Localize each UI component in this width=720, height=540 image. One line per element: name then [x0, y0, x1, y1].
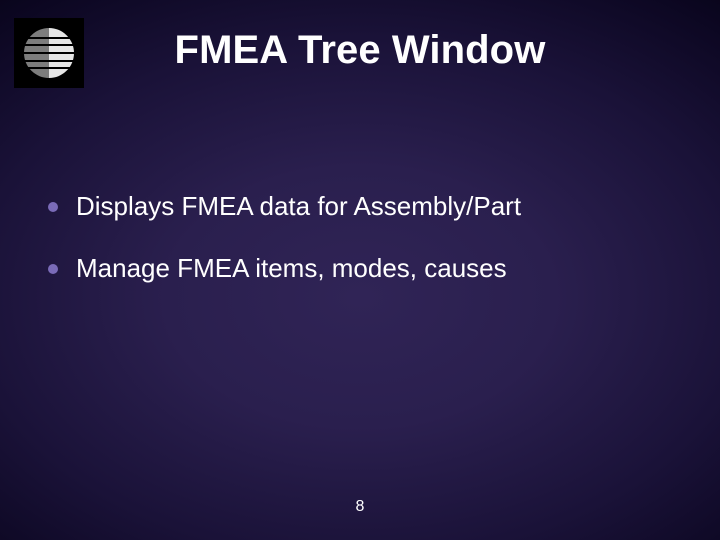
slide: FMEA Tree Window Displays FMEA data for … [0, 0, 720, 540]
bullet-item: Manage FMEA items, modes, causes [48, 252, 680, 286]
slide-body: Displays FMEA data for Assembly/Part Man… [48, 190, 680, 314]
slide-title: FMEA Tree Window [0, 28, 720, 73]
bullet-icon [48, 264, 58, 274]
bullet-icon [48, 202, 58, 212]
bullet-text: Displays FMEA data for Assembly/Part [76, 190, 680, 224]
page-number: 8 [0, 498, 720, 516]
bullet-item: Displays FMEA data for Assembly/Part [48, 190, 680, 224]
bullet-text: Manage FMEA items, modes, causes [76, 252, 680, 286]
